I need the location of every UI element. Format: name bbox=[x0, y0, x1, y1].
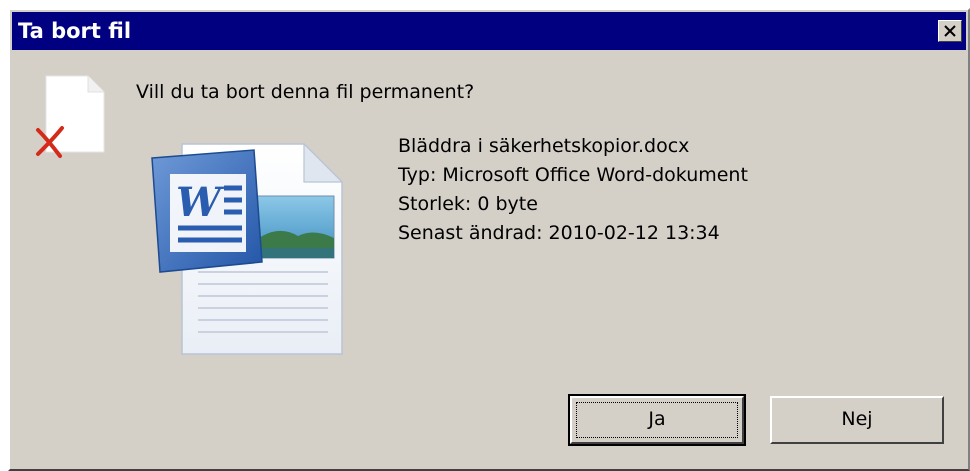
close-button[interactable] bbox=[938, 20, 962, 42]
no-button[interactable]: Nej bbox=[770, 396, 944, 444]
file-size: Storlek: 0 byte bbox=[398, 193, 538, 215]
file-details: Bläddra i säkerhetskopior.docx Typ: Micr… bbox=[398, 132, 748, 248]
file-modified: Senast ändrad: 2010-02-12 13:34 bbox=[398, 222, 720, 244]
dialog-title: Ta bort fil bbox=[18, 19, 132, 43]
deleted-file-icon bbox=[36, 75, 105, 158]
confirm-question: Vill du ta bort denna fil permanent? bbox=[136, 81, 475, 103]
svg-text:W: W bbox=[176, 179, 225, 226]
file-type: Typ: Microsoft Office Word-dokument bbox=[398, 164, 748, 186]
delete-file-dialog: Ta bort fil Vill du ta bort denna fil pe… bbox=[8, 8, 970, 471]
title-bar[interactable]: Ta bort fil bbox=[12, 12, 966, 50]
file-name: Bläddra i säkerhetskopior.docx bbox=[398, 135, 690, 157]
word-document-icon: W bbox=[151, 142, 344, 355]
no-button-label: Nej bbox=[841, 408, 873, 430]
close-icon bbox=[944, 25, 956, 37]
yes-button[interactable]: Ja bbox=[568, 394, 746, 446]
focus-rectangle bbox=[576, 402, 738, 438]
